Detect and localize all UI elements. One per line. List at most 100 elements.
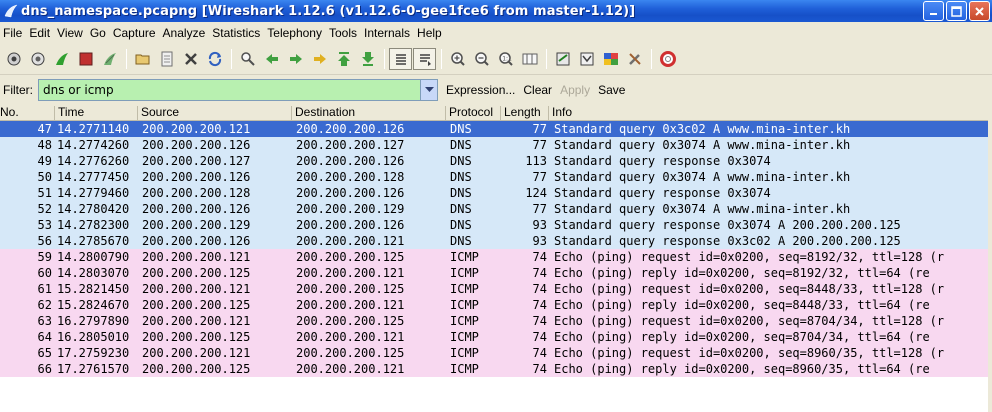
table-row[interactable]: 59 14.2800790 200.200.200.121 200.200.200.1… [0,249,992,265]
packet-destination-cell: 200.200.200.129 [296,202,405,216]
packet-length-cell: 74 [532,362,547,376]
apply-button[interactable]: Apply [560,83,590,97]
open-icon[interactable] [131,48,154,70]
stop-capture-icon[interactable] [74,48,97,70]
save-filter-button[interactable]: Save [598,83,625,97]
column-header-destination[interactable]: Destination [291,106,446,120]
maximize-icon[interactable] [946,1,967,21]
coloring-rules-icon[interactable] [599,48,622,70]
packet-source-cell: 200.200.200.125 [142,298,251,312]
menu-internals[interactable]: Internals [364,26,416,40]
menu-go[interactable]: Go [90,26,112,40]
table-row[interactable]: 64 16.2805010 200.200.200.125 200.200.200.1… [0,329,992,345]
menu-edit[interactable]: Edit [29,26,56,40]
packet-length-cell: 74 [532,298,547,312]
table-row[interactable]: 52 14.2780420 200.200.200.126 200.200.200.1… [0,201,992,217]
packet-source-cell: 200.200.200.125 [142,330,251,344]
column-header-length[interactable]: Length [500,106,550,120]
table-row[interactable]: 60 14.2803070 200.200.200.125 200.200.200.1… [0,265,992,281]
packet-protocol-cell: ICMP [450,250,479,264]
packet-no-cell: 61 [37,282,52,296]
go-last-icon[interactable] [356,48,379,70]
options-icon[interactable] [26,48,49,70]
restart-capture-icon[interactable] [98,48,121,70]
column-header-info[interactable]: Info [548,106,992,120]
expression-button[interactable]: Expression... [446,83,515,97]
packet-info-cell: Echo (ping) reply id=0x0200, seq=8448/33… [554,298,930,312]
capture-filters-icon[interactable] [551,48,574,70]
interfaces-icon[interactable] [2,48,25,70]
go-first-icon[interactable] [332,48,355,70]
packet-no-cell: 48 [37,138,52,152]
packet-time-cell: 14.2800790 [57,250,130,264]
menu-telephony[interactable]: Telephony [267,26,328,40]
packet-info-cell: Standard query 0x3074 A www.mina-inter.k… [554,170,851,184]
menu-help[interactable]: Help [417,26,448,40]
packet-protocol-cell: DNS [450,170,472,184]
filter-combobox[interactable] [38,79,438,101]
packet-info-cell: Standard query response 0x3074 [554,154,771,168]
clear-button[interactable]: Clear [523,83,552,97]
svg-text:1:1: 1:1 [502,55,512,62]
colorize-icon[interactable] [389,47,412,70]
go-to-packet-icon[interactable] [308,48,331,70]
table-row[interactable]: 49 14.2776260 200.200.200.127 200.200.200.1… [0,153,992,169]
go-forward-icon[interactable] [284,48,307,70]
table-row[interactable]: 63 16.2797890 200.200.200.121 200.200.200.1… [0,313,992,329]
packet-source-cell: 200.200.200.121 [142,346,251,360]
table-row[interactable]: 51 14.2779460 200.200.200.128 200.200.200.1… [0,185,992,201]
table-row[interactable]: 48 14.2774260 200.200.200.126 200.200.200.1… [0,137,992,153]
filter-bar: Filter: Expression... Clear Apply Save [0,75,992,105]
packet-source-cell: 200.200.200.126 [142,170,251,184]
column-header-no[interactable]: No. [0,106,57,120]
packet-no-cell: 66 [37,362,52,376]
autoscroll-icon[interactable] [413,47,436,70]
menu-statistics[interactable]: Statistics [212,26,266,40]
table-row[interactable]: 47 14.2771140 200.200.200.121 200.200.200.1… [0,121,992,137]
wireshark-logo-icon [3,3,19,19]
menu-file[interactable]: File [3,26,28,40]
resize-columns-icon[interactable] [518,48,541,70]
column-header-time[interactable]: Time [54,106,140,120]
column-header-protocol[interactable]: Protocol [445,106,502,120]
packet-list[interactable]: No. Time Source Destination Protocol Len… [0,105,992,412]
save-icon[interactable] [155,48,178,70]
packet-length-cell: 74 [532,314,547,328]
help-icon[interactable] [656,48,679,70]
table-row[interactable]: 61 15.2821450 200.200.200.121 200.200.200.1… [0,281,992,297]
table-row[interactable]: 56 14.2785670 200.200.200.126 200.200.200.1… [0,233,992,249]
menu-tools[interactable]: Tools [329,26,363,40]
display-filters-icon[interactable] [575,48,598,70]
close-icon[interactable] [969,1,990,21]
start-capture-icon[interactable] [50,48,73,70]
column-header-source[interactable]: Source [137,106,292,120]
packet-info-cell: Standard query 0x3c02 A www.mina-inter.k… [554,122,851,136]
go-back-icon[interactable] [260,48,283,70]
table-row[interactable]: 50 14.2777450 200.200.200.126 200.200.200.1… [0,169,992,185]
packet-source-cell: 200.200.200.125 [142,266,251,280]
table-row[interactable]: 53 14.2782300 200.200.200.129 200.200.200.1… [0,217,992,233]
packet-destination-cell: 200.200.200.121 [296,362,405,376]
menu-analyze[interactable]: Analyze [163,26,212,40]
zoom-in-icon[interactable] [446,48,469,70]
toolbar-separator [441,48,442,69]
packet-rows: 47 14.2771140 200.200.200.121 200.200.200.1… [0,121,992,377]
find-icon[interactable] [236,48,259,70]
minimize-icon[interactable] [923,1,944,21]
table-row[interactable]: 65 17.2759230 200.200.200.121 200.200.200.1… [0,345,992,361]
reload-icon[interactable] [203,48,226,70]
packet-length-cell: 74 [532,346,547,360]
display-filter-input[interactable] [39,80,420,100]
packet-time-cell: 16.2797890 [57,314,130,328]
menu-view[interactable]: View [57,26,89,40]
chevron-down-icon[interactable] [420,80,437,100]
zoom-out-icon[interactable] [470,48,493,70]
table-row[interactable]: 62 15.2824670 200.200.200.125 200.200.200.1… [0,297,992,313]
menu-capture[interactable]: Capture [113,26,162,40]
zoom-normal-icon[interactable]: 1:1 [494,48,517,70]
packet-no-cell: 60 [37,266,52,280]
preferences-icon[interactable] [623,48,646,70]
table-row[interactable]: 66 17.2761570 200.200.200.125 200.200.200.1… [0,361,992,377]
vertical-scrollbar[interactable] [988,105,992,412]
close-file-icon[interactable] [179,48,202,70]
